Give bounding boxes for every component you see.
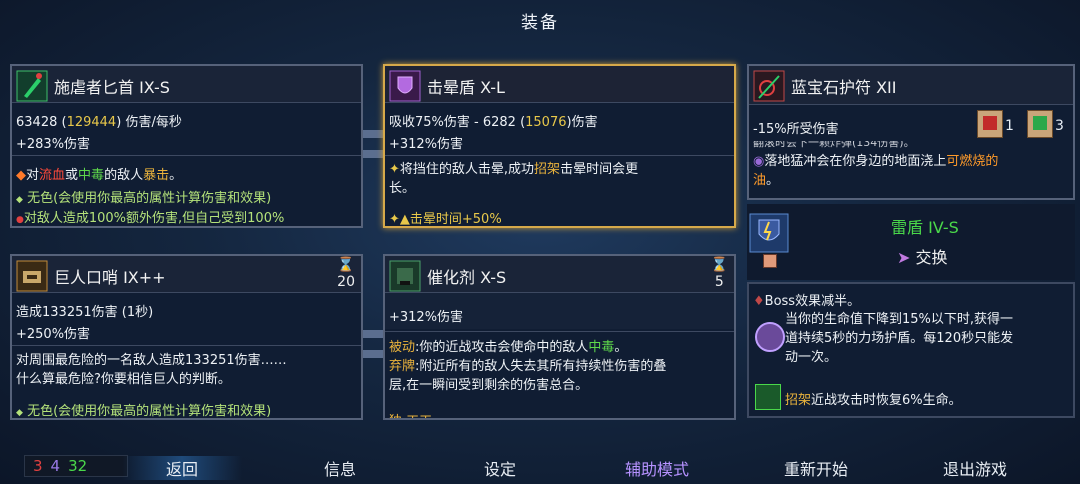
item-name: 蓝宝石护符 XII — [791, 78, 897, 97]
back-button[interactable]: 返回 — [122, 456, 242, 480]
scroll-green-count: 3 — [1055, 118, 1064, 134]
catalyst-icon — [387, 258, 423, 294]
item-name: 巨人口哨 IX++ — [54, 268, 166, 287]
whistle-icon — [14, 258, 50, 294]
stun-bonus: ✦▲击晕时间+50% — [389, 212, 502, 227]
scroll-green-icon — [1027, 110, 1053, 138]
settings-button[interactable]: 设定 — [440, 456, 560, 480]
info-button[interactable]: 信息 — [280, 456, 400, 480]
purple-scroll-count: 4 — [50, 457, 61, 475]
thunder-shield-name: 雷盾 IV-S — [891, 218, 959, 237]
thunder-shield-icon — [749, 210, 789, 254]
effect-text: 对周围最危险的一名敌人造成133251伤害…… 什么算最危险?你要相信巨人的判断… — [16, 353, 287, 387]
effect-text: ✦将挡住的敌人击晕,成功招架击晕时间会更 长。 — [389, 162, 639, 196]
damage-reduction: -15%所受伤害 — [753, 122, 839, 137]
damage-bonus: +312%伤害 — [389, 137, 464, 152]
damage-bonus: +312%伤害 — [389, 310, 464, 325]
assist-mode-button[interactable]: 辅助模式 — [597, 456, 717, 480]
parry-heal-icon — [755, 384, 781, 410]
hourglass-icon: ⌛ — [710, 257, 728, 273]
boss-icon: ♦ — [753, 294, 765, 309]
swap-action[interactable]: ➤ 交换 — [897, 244, 948, 268]
hourglass-icon: ⌛ — [337, 257, 355, 273]
slot-connector — [362, 330, 384, 338]
shield-card-stun[interactable]: 击晕盾 X-L 吸收75%伤害 - 6282 (15076)伤害 +312%伤害… — [383, 64, 736, 228]
cooldown: ⌛ 5 — [710, 257, 728, 290]
thunder-shield-details: ♦Boss效果减半。 当你的生命值下降到15%以下时,获得一 道持续5秒的力场护… — [747, 282, 1075, 418]
weapon-card-dagger[interactable]: 施虐者匕首 IX-S 63428 (129444) 伤害/每秒 +283%伤害 … — [10, 64, 363, 228]
effect-line: ◆对流血或中毒的敌人暴击。 — [16, 168, 183, 183]
parry-line: 招架近战攻击时恢复6%生命。 — [785, 393, 962, 408]
slam-icon: ◉ — [753, 154, 765, 169]
absorb-line: 吸收75%伤害 - 6282 (15076)伤害 — [389, 115, 598, 130]
cell-counter: 3 4 32 — [24, 455, 128, 477]
skill-card-catalyst[interactable]: 催化剂 X-S ⌛ 5 +312%伤害 被动:你的近战攻击会使命中的敌人中毒。 … — [383, 254, 736, 420]
dagger-icon — [14, 68, 50, 104]
shield-icon — [387, 68, 423, 104]
item-name: 催化剂 X-S — [427, 268, 507, 287]
quit-button[interactable]: 退出游戏 — [915, 456, 1035, 480]
swap-panel[interactable]: 雷盾 IV-S ➤ 交换 — [747, 204, 1075, 280]
dps-line: 63428 (129444) 伤害/每秒 — [16, 115, 182, 130]
amulet-card-sapphire[interactable]: 蓝宝石护符 XII -15%所受伤害 1 3 翻滚时会下一颗炸弹(134伤害)。… — [747, 64, 1075, 200]
slot-connector — [362, 150, 384, 158]
green-scroll-count: 32 — [68, 457, 88, 475]
cooldown: ⌛ 20 — [337, 257, 355, 290]
slot-connector — [362, 350, 384, 358]
scroll-red-count: 1 — [1005, 118, 1014, 134]
cut-text: 翻滚时会下一颗炸弹(134伤害)。 — [753, 141, 915, 149]
curse-icon: ● — [16, 215, 24, 225]
effect-text: 当你的生命值下降到15%以下时,获得一 道持续5秒的力场护盾。每120秒只能发 … — [785, 312, 1014, 365]
curse-line: ●对敌人造成100%额外伤害,但自己受到100% — [16, 211, 285, 226]
cut-text: 独 工工 — [389, 410, 730, 418]
effect-text: ◉落地猛冲会在你身边的地面浇上可燃烧的 油。 — [753, 154, 999, 188]
damage-line: 造成133251伤害 (1秒) — [16, 305, 154, 320]
item-name: 施虐者匕首 IX-S — [54, 78, 170, 97]
scroll-red-icon — [977, 110, 1003, 138]
damage-bonus: +250%伤害 — [16, 327, 91, 342]
flame-icon: ◆ — [16, 168, 26, 183]
damage-bonus: +283%伤害 — [16, 137, 91, 152]
force-field-icon — [755, 322, 785, 352]
colorless-line: ◆ 无色(会使用你最高的属性计算伤害和效果) — [16, 404, 272, 419]
skill-card-whistle[interactable]: 巨人口哨 IX++ ⌛ 20 造成133251伤害 (1秒) +250%伤害 对… — [10, 254, 363, 420]
swap-icon: ➤ — [897, 248, 911, 267]
restart-button[interactable]: 重新开始 — [756, 456, 876, 480]
stun-icon: ✦ — [389, 162, 400, 177]
slot-connector — [362, 130, 384, 138]
screen-title: 装备 — [521, 13, 559, 33]
item-name: 击晕盾 X-L — [427, 78, 505, 97]
boss-line: ♦Boss效果减半。 — [753, 294, 861, 309]
amulet-icon — [751, 68, 787, 104]
colorless-line: ◆ 无色(会使用你最高的属性计算伤害和效果) — [16, 191, 272, 206]
red-scroll-count: 3 — [33, 457, 43, 475]
player-icon — [763, 254, 777, 268]
effect-text: 被动:你的近战攻击会使命中的敌人中毒。 弃牌:附近所有的敌人失去其所有持续性伤害… — [389, 340, 667, 393]
